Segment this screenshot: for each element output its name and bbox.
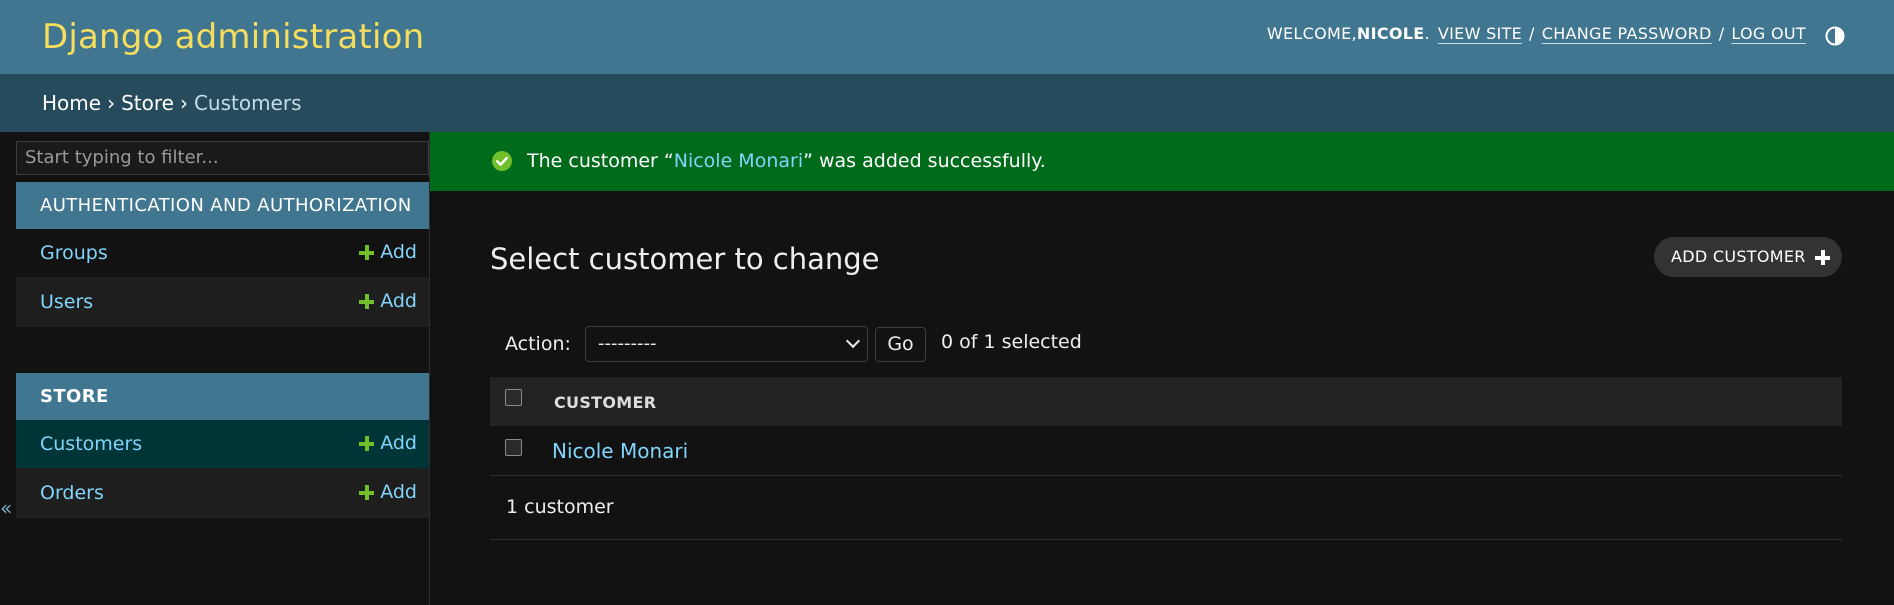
selected-count: 0 of 1 selected <box>941 331 1082 353</box>
welcome-suffix: . <box>1424 24 1430 43</box>
breadcrumb-current: Customers <box>193 91 302 115</box>
model-link-orders[interactable]: Orders <box>40 482 104 504</box>
log-out-link[interactable]: LOG OUT <box>1731 24 1806 43</box>
sidebar-filter-input[interactable]: Start typing to filter... <box>16 141 429 175</box>
chevron-down-icon <box>845 333 861 349</box>
column-header-customer[interactable]: CUSTOMER <box>554 393 656 412</box>
add-label: Add <box>380 241 417 263</box>
table-row: Nicole Monari <box>490 426 1842 476</box>
sidebar-item-customers: Customers Add <box>16 420 429 469</box>
row-checkbox[interactable] <box>505 439 522 456</box>
model-link-customers[interactable]: Customers <box>40 433 142 455</box>
result-count: 1 customer <box>506 496 614 518</box>
success-message: The customer “Nicole Monari” was added s… <box>430 132 1894 191</box>
action-select[interactable]: --------- <box>585 326 868 362</box>
plus-icon <box>1815 250 1830 265</box>
header: Django administration WELCOME, NICOLE . … <box>0 0 1894 74</box>
welcome-text: WELCOME, <box>1266 24 1357 43</box>
message-suffix: ” was added successfully. <box>803 150 1046 172</box>
sidebar-item-orders: Orders Add <box>16 469 429 518</box>
add-label: Add <box>380 432 417 454</box>
add-customers-link[interactable]: Add <box>359 432 417 454</box>
breadcrumb-home[interactable]: Home <box>42 91 101 115</box>
add-icon <box>359 293 375 309</box>
paginator: 1 customer <box>490 476 1842 540</box>
message-customer-link[interactable]: Nicole Monari <box>674 150 803 172</box>
add-customer-button[interactable]: ADD CUSTOMER <box>1654 237 1842 277</box>
add-groups-link[interactable]: Add <box>359 241 417 263</box>
model-link-users[interactable]: Users <box>40 291 93 313</box>
separator: / <box>1718 24 1725 43</box>
sidebar-item-users: Users Add <box>16 278 429 327</box>
add-label: Add <box>380 290 417 312</box>
breadcrumb-store[interactable]: Store <box>121 91 174 115</box>
add-icon <box>359 484 375 500</box>
breadcrumb-separator: › <box>179 91 188 115</box>
customer-link[interactable]: Nicole Monari <box>552 439 688 463</box>
username: NICOLE <box>1356 24 1425 43</box>
change-password-link[interactable]: CHANGE PASSWORD <box>1542 24 1712 43</box>
add-users-link[interactable]: Add <box>359 290 417 312</box>
view-site-link[interactable]: VIEW SITE <box>1438 24 1522 43</box>
select-all-checkbox[interactable] <box>505 389 522 406</box>
toggle-sidebar-button[interactable]: « <box>0 496 12 520</box>
separator: / <box>1529 24 1535 43</box>
add-label: Add <box>380 481 417 503</box>
sidebar-item-groups: Groups Add <box>16 229 429 278</box>
contrast-icon[interactable] <box>1824 25 1846 47</box>
action-selected-value: --------- <box>598 333 657 354</box>
add-icon <box>359 244 375 260</box>
breadcrumb: Home › Store › Customers <box>0 74 1894 132</box>
add-icon <box>359 435 375 451</box>
message-text: The customer “Nicole Monari” was added s… <box>527 150 1046 172</box>
go-button[interactable]: Go <box>875 327 926 362</box>
user-tools: WELCOME, NICOLE . VIEW SITE / CHANGE PAS… <box>1267 24 1806 43</box>
action-label: Action: <box>505 333 571 355</box>
breadcrumb-separator: › <box>107 91 116 115</box>
module-header-auth[interactable]: AUTHENTICATION AND AUTHORIZATION <box>16 182 429 229</box>
model-link-groups[interactable]: Groups <box>40 242 108 264</box>
message-prefix: The customer “ <box>527 150 674 172</box>
add-customer-label: ADD CUSTOMER <box>1671 247 1806 266</box>
site-brand[interactable]: Django administration <box>42 17 424 57</box>
add-orders-link[interactable]: Add <box>359 481 417 503</box>
table-header: CUSTOMER <box>490 377 1842 426</box>
page-title: Select customer to change <box>490 242 880 276</box>
module-header-store[interactable]: STORE <box>16 373 429 420</box>
success-check-icon <box>492 151 512 171</box>
